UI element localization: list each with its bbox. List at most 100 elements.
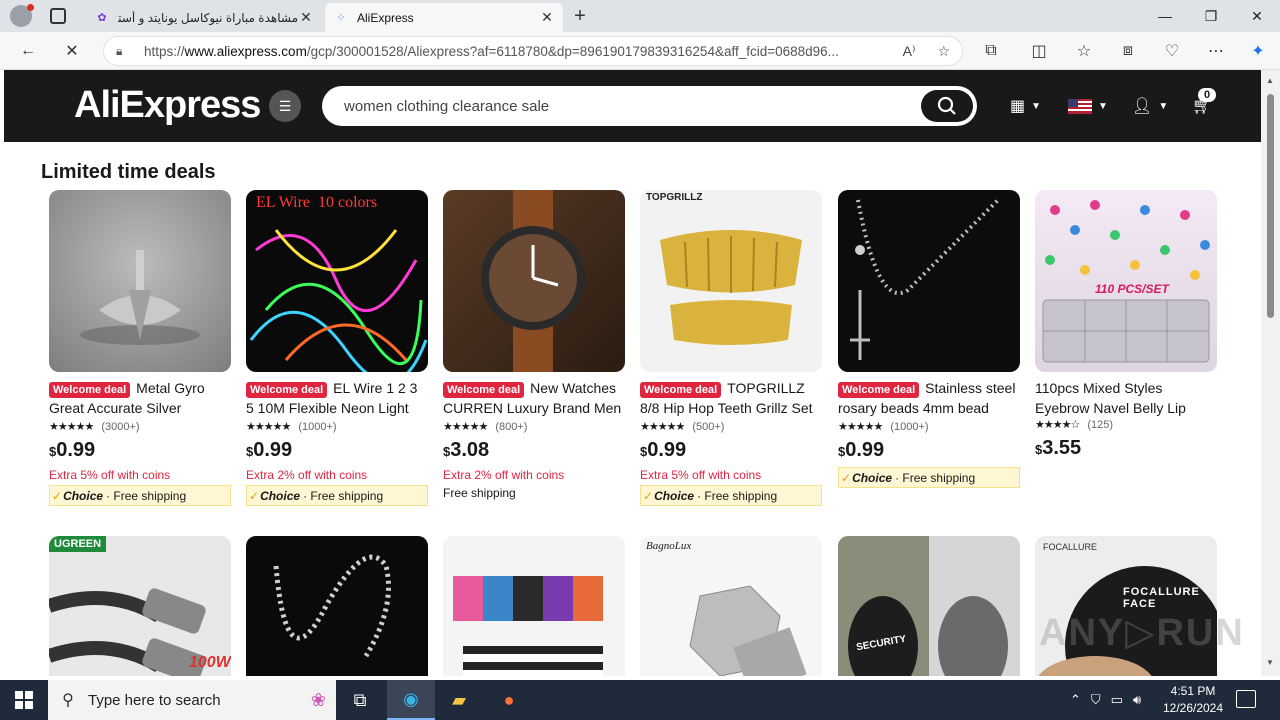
split-screen-icon[interactable]: ◫ bbox=[1025, 37, 1053, 65]
free-shipping-text: Free shipping bbox=[443, 486, 516, 500]
aliexpress-logo[interactable]: AliExpress bbox=[74, 84, 261, 127]
taskbar-search[interactable]: ⚲ Type here to search ❀ bbox=[48, 680, 336, 720]
rating-count: (125) bbox=[1087, 418, 1113, 431]
coins-discount: Extra 5% off with coins bbox=[49, 468, 171, 482]
new-tab-button[interactable]: + bbox=[568, 4, 592, 28]
app-download-button[interactable]: ▦ ▼ bbox=[1010, 94, 1041, 118]
close-window-button[interactable]: ✕ bbox=[1234, 0, 1280, 32]
rosary-black-image[interactable] bbox=[246, 536, 428, 676]
product-card[interactable]: SECURITY bbox=[838, 536, 1020, 676]
scroll-up-icon[interactable]: ▲ bbox=[1266, 76, 1275, 85]
coins-discount: Extra 2% off with coins bbox=[443, 468, 565, 482]
product-card[interactable]: BagnoLux bbox=[640, 536, 822, 676]
tab-match[interactable]: ✿ مشاهدة مباراة نيوكاسل يونايتد و أستون … bbox=[86, 3, 322, 32]
plug-fitting-image[interactable]: BagnoLux bbox=[640, 536, 822, 676]
task-view-button[interactable]: ⧉ bbox=[336, 680, 384, 720]
system-tray: ⌃ ⛉ ▭ 🔊︎ bbox=[1070, 680, 1141, 720]
user-icon: 👤︎ bbox=[1132, 98, 1153, 115]
product-card[interactable]: Welcome deal Stainless steel rosary beads… bbox=[838, 190, 1020, 488]
favorite-star-icon[interactable]: ☆ bbox=[937, 43, 950, 60]
stop-loading-button[interactable]: ✕ bbox=[58, 37, 86, 65]
dog-security-hoodie-image[interactable]: SECURITY bbox=[838, 536, 1020, 676]
profile-avatar[interactable] bbox=[10, 4, 34, 27]
chevron-down-icon: ▼ bbox=[1031, 100, 1042, 112]
network-security-icon[interactable]: ⛉ bbox=[1091, 692, 1101, 708]
edge-taskbar-icon[interactable]: ◉ bbox=[387, 680, 435, 720]
rosary-image[interactable] bbox=[838, 190, 1020, 372]
el-wire-image[interactable]: EL Wire 10 colors bbox=[246, 190, 428, 372]
performance-icon[interactable]: ♡ bbox=[1158, 37, 1186, 65]
product-card[interactable]: EL Wire 10 colors Welcome deal EL Wire 1 … bbox=[246, 190, 428, 506]
product-card[interactable] bbox=[246, 536, 428, 676]
tab-actions-icon[interactable] bbox=[50, 8, 66, 24]
search-highlight-icon: ❀ bbox=[310, 689, 326, 710]
search-input[interactable] bbox=[344, 94, 904, 118]
volume-icon[interactable]: 🔊︎ bbox=[1133, 692, 1141, 708]
rating-count: (3000+) bbox=[101, 420, 140, 433]
favorites-icon[interactable]: ☆ bbox=[1070, 37, 1098, 65]
check-icon: ✓ bbox=[249, 488, 260, 503]
close-tab-icon[interactable]: ✕ bbox=[298, 9, 314, 26]
product-card[interactable] bbox=[443, 536, 625, 676]
country-selector[interactable]: ▼ bbox=[1068, 94, 1108, 118]
start-button[interactable] bbox=[0, 680, 48, 720]
firefox-icon[interactable]: ● bbox=[485, 680, 533, 720]
page-scrollbar[interactable]: ▲ ▼ bbox=[1261, 70, 1280, 676]
copilot-icon[interactable]: ✦ bbox=[1244, 37, 1272, 65]
image-caption: EL Wire 10 colors bbox=[256, 194, 378, 211]
chevron-down-icon: ▼ bbox=[1098, 100, 1108, 112]
collections-icon[interactable]: ⧈ bbox=[1114, 37, 1142, 65]
close-tab-icon[interactable]: ✕ bbox=[539, 9, 555, 26]
chevron-up-icon[interactable]: ⌃ bbox=[1070, 692, 1081, 708]
product-card[interactable]: UGREEN 100W bbox=[49, 536, 231, 676]
brand-label: BagnoLux bbox=[646, 540, 692, 552]
category-menu-button[interactable]: ☰ bbox=[269, 90, 301, 122]
url-text: https://www.aliexpress.com/gcp/300001528… bbox=[144, 43, 839, 59]
scroll-down-icon[interactable]: ▼ bbox=[1266, 658, 1275, 667]
tab-aliexpress[interactable]: ⁘ AliExpress ✕ bbox=[325, 3, 563, 32]
underwear-image[interactable] bbox=[443, 536, 625, 676]
watermark-logo: ANY▷RUN bbox=[1039, 612, 1245, 654]
rating-stars-icon: ★★★★★ bbox=[838, 421, 883, 433]
rating-stars-icon: ★★★★★ bbox=[49, 421, 94, 433]
spinning-top-image[interactable] bbox=[49, 190, 231, 372]
restore-button[interactable]: ❐ bbox=[1188, 0, 1234, 32]
clock-date: 12/26/2024 bbox=[1162, 701, 1224, 715]
back-button[interactable]: ← bbox=[14, 37, 42, 65]
piercing-set-image[interactable]: 110 PCS/SET bbox=[1035, 190, 1217, 372]
account-button[interactable]: 👤︎ ▼ bbox=[1132, 94, 1168, 118]
product-card[interactable]: Welcome deal Metal Gyro Great Accurate Si… bbox=[49, 190, 231, 506]
file-explorer-icon[interactable]: ▰ bbox=[435, 680, 483, 720]
read-aloud-icon[interactable]: A⁾ bbox=[903, 43, 916, 60]
image-caption: 100W bbox=[189, 654, 231, 671]
minimize-button[interactable]: — bbox=[1142, 0, 1188, 32]
image-caption: 110 PCS/SET bbox=[1095, 282, 1169, 296]
grillz-image[interactable]: TOPGRILLZ bbox=[640, 190, 822, 372]
welcome-deal-badge: Welcome deal bbox=[838, 382, 920, 398]
product-price: $3.08 bbox=[443, 439, 490, 461]
focallure-powder-image[interactable]: FOCALLURE FOCALLURE FACE bbox=[1035, 536, 1217, 676]
page-viewport: AliExpress ☰ ▦▼ ▼ 👤︎▼ 🛒︎ 0 Limited time … bbox=[4, 70, 1261, 676]
section-title: Limited time deals bbox=[41, 161, 216, 183]
taskbar-search-placeholder: Type here to search bbox=[88, 691, 221, 709]
us-flag-icon bbox=[1068, 98, 1092, 114]
more-menu-icon[interactable]: ⋯ bbox=[1202, 37, 1230, 65]
product-card[interactable]: Welcome deal New Watches CURREN Luxury Br… bbox=[443, 190, 625, 500]
usb-cable-image[interactable]: UGREEN 100W bbox=[49, 536, 231, 676]
rating-stars-icon: ★★★★☆ bbox=[1035, 419, 1080, 431]
search-button[interactable] bbox=[921, 90, 973, 122]
network-icon[interactable]: ▭ bbox=[1111, 692, 1123, 708]
address-bar[interactable]: 🔒︎ https://www.aliexpress.com/gcp/300001… bbox=[103, 36, 963, 66]
rating-stars-icon: ★★★★★ bbox=[443, 421, 488, 433]
product-card[interactable]: FOCALLURE FOCALLURE FACE bbox=[1035, 536, 1217, 676]
qr-code-icon: ▦ bbox=[1010, 98, 1026, 115]
taskbar: ⚲ Type here to search ❀ ⧉ ◉ ▰ ● ⌃ ⛉ ▭ 🔊︎… bbox=[0, 680, 1280, 720]
notification-icon[interactable] bbox=[1236, 690, 1256, 708]
product-card[interactable]: TOPGRILLZ Welcome deal TOPGRILLZ 8/8 Hip … bbox=[640, 190, 822, 506]
watch-image[interactable] bbox=[443, 190, 625, 372]
clock[interactable]: 4:51 PM 12/26/2024 bbox=[1158, 683, 1228, 717]
extensions-icon[interactable]: ⧉ bbox=[977, 37, 1005, 65]
product-card[interactable]: 110 PCS/SET 110pcs Mixed Styles Eyebrow … bbox=[1035, 190, 1217, 460]
rating-count: (500+) bbox=[692, 420, 725, 433]
scrollbar-thumb[interactable] bbox=[1267, 94, 1274, 318]
